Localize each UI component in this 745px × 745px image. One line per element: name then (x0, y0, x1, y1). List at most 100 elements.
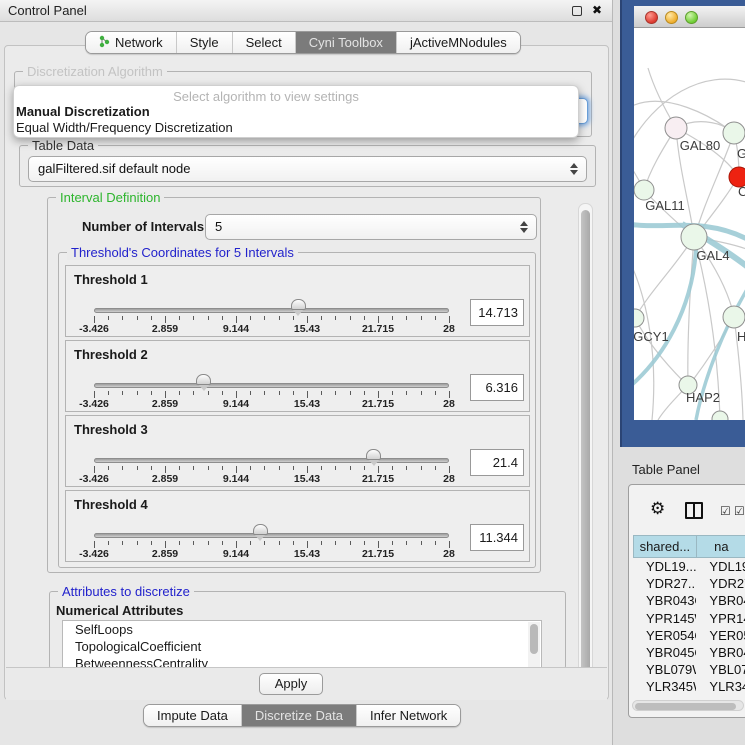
network-icon (99, 35, 110, 51)
slider-tick-labels: -3.4262.8599.14415.4321.71528 (94, 398, 449, 411)
minimize-traffic-light-icon[interactable] (665, 11, 678, 24)
slider-thumb[interactable] (196, 374, 211, 385)
apply-button[interactable]: Apply (259, 673, 323, 695)
table-cell[interactable]: YBR043C (633, 592, 696, 609)
table-row[interactable]: YPR145WYPR14 (633, 610, 745, 627)
slider-tick (250, 391, 251, 395)
threshold-slider[interactable]: -3.4262.8599.14415.4321.71528 (94, 416, 449, 488)
float-window-icon[interactable] (572, 6, 582, 16)
tab-discretize-data[interactable]: Discretize Data (241, 705, 356, 726)
slider-tick (364, 541, 365, 545)
slider-track[interactable] (94, 458, 449, 463)
network-window-titlebar[interactable] (634, 6, 745, 28)
tab-impute-data[interactable]: Impute Data (144, 705, 241, 726)
table-row[interactable]: YER054CYER05 (633, 627, 745, 644)
table-row[interactable]: YDR27...YDR27 (633, 575, 745, 592)
table-cell[interactable]: YDR27 (696, 575, 745, 592)
tab-jactivemnodules[interactable]: jActiveMNodules (396, 32, 520, 53)
zoom-traffic-light-icon[interactable] (685, 11, 698, 24)
slider-tick (236, 316, 237, 323)
table-row[interactable]: YIL052CYIL05 (633, 696, 745, 698)
slider-track[interactable] (94, 308, 449, 313)
tab-network[interactable]: Network (86, 32, 176, 53)
algorithm-option-manual[interactable]: Manual Discretization (16, 104, 150, 119)
threshold-slider[interactable]: -3.4262.8599.14415.4321.71528 (94, 341, 449, 413)
threshold-value-field[interactable]: 6.316 (470, 374, 524, 401)
tab-infer-network[interactable]: Infer Network (356, 705, 460, 726)
tab-select[interactable]: Select (232, 32, 295, 53)
table-cell[interactable]: YDL19 (696, 558, 745, 575)
table-cell[interactable]: YER054C (633, 627, 696, 644)
table-column-header[interactable]: shared... (633, 535, 697, 558)
table-row[interactable]: YBL079WYBL07 (633, 661, 745, 678)
table-column-header[interactable]: na (697, 535, 745, 558)
number-of-intervals-combo[interactable]: 5 (205, 214, 537, 240)
attribute-list-item[interactable]: TopologicalCoefficient (63, 638, 541, 655)
table-cell[interactable]: YBL07 (696, 661, 745, 678)
table-cell[interactable]: YER05 (696, 627, 745, 644)
group-title: Discretization Algorithm (23, 64, 167, 79)
table-horizontal-scrollbar[interactable] (632, 700, 744, 711)
threshold-slider[interactable]: -3.4262.8599.14415.4321.71528 (94, 491, 449, 563)
table-cell[interactable]: YPR14 (696, 610, 745, 627)
table-data-combo[interactable]: galFiltered.sif default node (28, 156, 587, 182)
slider-tick-labels: -3.4262.8599.14415.4321.71528 (94, 323, 449, 336)
slider-tick (293, 466, 294, 470)
slider-tick (378, 391, 379, 398)
close-traffic-light-icon[interactable] (645, 11, 658, 24)
node-right-mid (723, 306, 745, 328)
slider-thumb[interactable] (366, 449, 381, 460)
threshold-slider[interactable]: -3.4262.8599.14415.4321.71528 (94, 266, 449, 338)
gear-icon[interactable]: ⚙ (650, 499, 665, 519)
interval-definition-group: Interval Definition Number of Intervals … (47, 197, 541, 573)
slider-track[interactable] (94, 383, 449, 388)
close-icon[interactable]: ✖ (592, 3, 602, 17)
slider-track[interactable] (94, 533, 449, 538)
table-cell[interactable]: YBR045C (633, 644, 696, 661)
table-cell[interactable]: YDL19... (633, 558, 696, 575)
threshold-panel-2: Threshold 2 -3.4262.8599.14415.4321.7152… (65, 340, 530, 412)
table-cell[interactable]: YIL052C (633, 696, 696, 698)
algorithm-option-equal-width[interactable]: Equal Width/Frequency Discretization (16, 120, 233, 135)
threshold-value-field[interactable]: 21.4 (470, 449, 524, 476)
tab-style[interactable]: Style (176, 32, 232, 53)
slider-tick-label: -3.426 (79, 323, 109, 335)
table-row[interactable]: YBR043CYBR04 (633, 592, 745, 609)
tab-cyni-toolbox[interactable]: Cyni Toolbox (295, 32, 396, 53)
panel-scrollbar[interactable] (578, 203, 593, 695)
network-nodes[interactable] (634, 117, 745, 420)
cyni-bottom-tabbar: Impute Data Discretize Data Infer Networ… (143, 704, 461, 727)
threshold-value-field[interactable]: 14.713 (470, 299, 524, 326)
app-root: Control Panel ✖ Network Style Select Cyn… (0, 0, 745, 745)
slider-tick (335, 466, 336, 470)
slider-tick (151, 316, 152, 320)
slider-tick (392, 391, 393, 395)
control-panel-titlebar[interactable]: Control Panel ✖ (0, 0, 612, 22)
table-cell[interactable]: YPR145W (633, 610, 696, 627)
table-row[interactable]: YDL19...YDL19 (633, 558, 745, 575)
checkbox-icon[interactable]: ☑ (734, 504, 745, 518)
slider-tick (165, 466, 166, 473)
numerical-attributes-list[interactable]: SelfLoopsTopologicalCoefficientBetweenne… (62, 620, 542, 670)
column-view-icon[interactable] (685, 502, 703, 519)
network-canvas[interactable]: GAL80 GA C GAL11 GAL4 GCY1 H HAP2 (634, 28, 745, 420)
slider-thumb[interactable] (291, 299, 306, 310)
table-cell[interactable]: YLR34 (696, 678, 745, 695)
node-label: GAL4 (696, 248, 729, 263)
table-cell[interactable]: YLR345W (633, 678, 696, 695)
threshold-value-field[interactable]: 11.344 (470, 524, 524, 551)
table-cell[interactable]: YIL05 (696, 696, 745, 698)
table-cell[interactable]: YBR04 (696, 592, 745, 609)
slider-thumb[interactable] (253, 524, 268, 535)
checkbox-icon[interactable]: ☑ (720, 504, 731, 518)
table-row[interactable]: YBR045CYBR04 (633, 644, 745, 661)
table-cell[interactable]: YBL079W (633, 661, 696, 678)
attribute-list-item[interactable]: SelfLoops (63, 621, 541, 638)
table-cell[interactable]: YDR27... (633, 575, 696, 592)
slider-tick (179, 316, 180, 320)
table-row[interactable]: YLR345WYLR34 (633, 678, 745, 695)
group-title: Table Data (28, 138, 98, 153)
attributes-list-scrollbar[interactable] (528, 622, 540, 670)
node-gal80 (665, 117, 687, 139)
table-cell[interactable]: YBR04 (696, 644, 745, 661)
